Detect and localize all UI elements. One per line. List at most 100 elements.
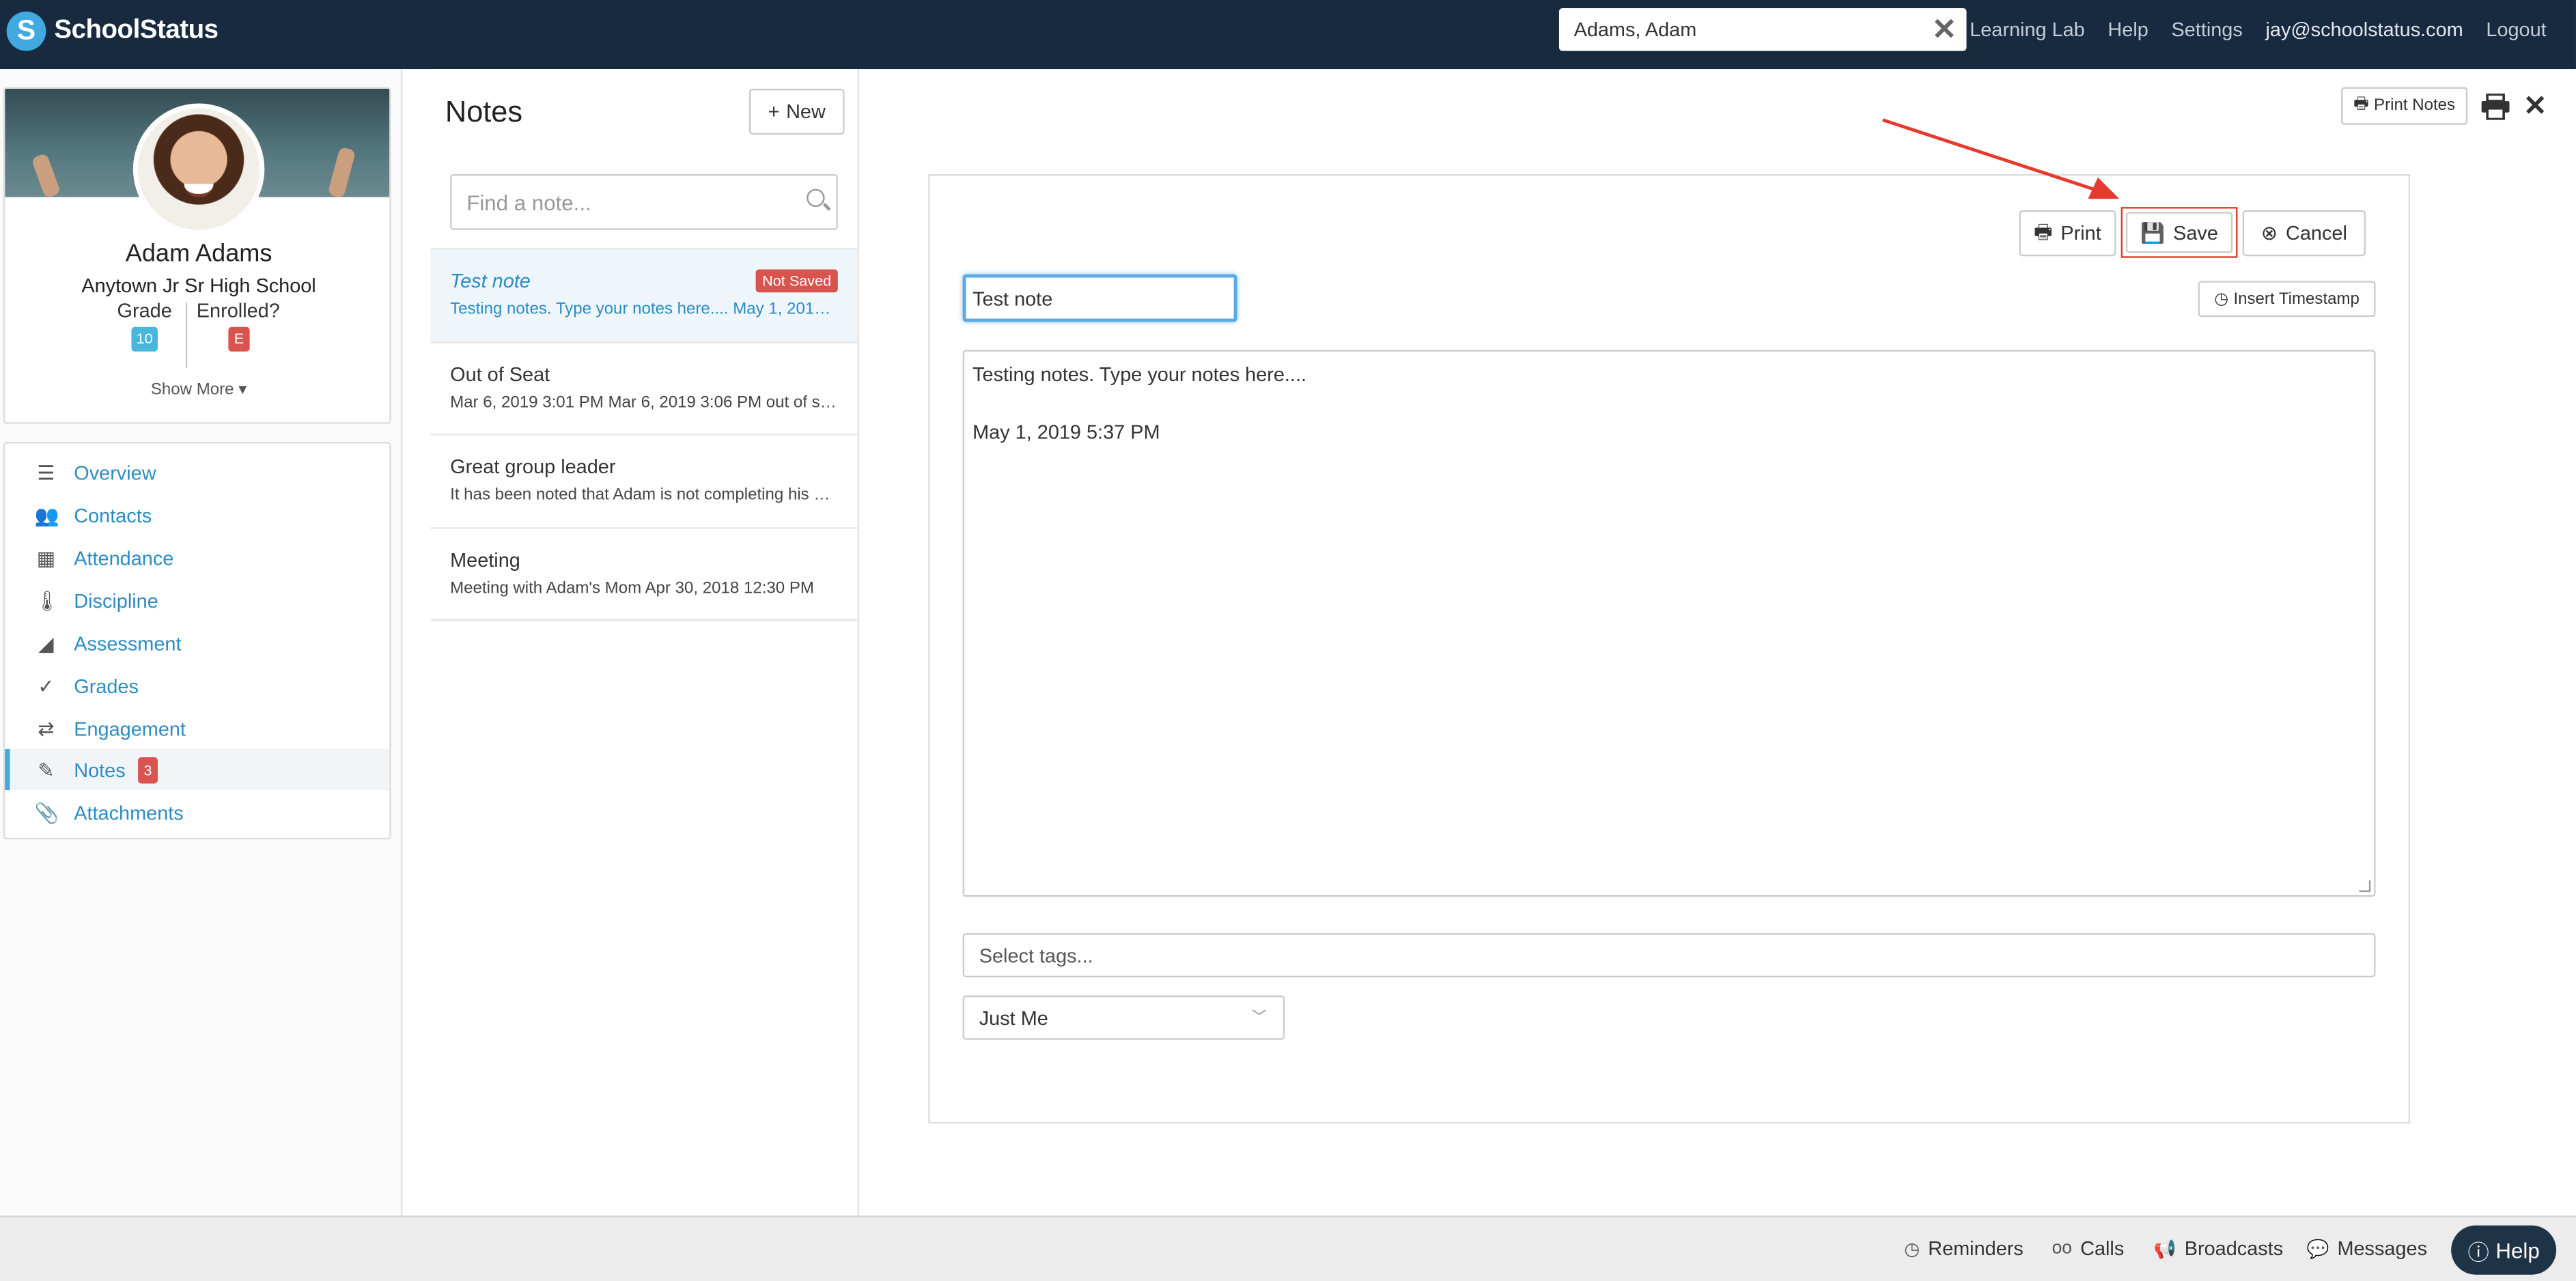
cancel-button[interactable]: ⊗ Cancel bbox=[2242, 210, 2366, 257]
sidebar-item-label: Attendance bbox=[74, 546, 174, 569]
learning-lab-link[interactable]: Learning Lab bbox=[1970, 18, 2085, 41]
note-body-line: Testing notes. Type your notes here.... bbox=[972, 363, 1307, 386]
notes-count-badge: 3 bbox=[138, 757, 158, 784]
floppy-disk-icon: 💾 bbox=[2140, 221, 2166, 244]
close-icon[interactable]: ✕ bbox=[2523, 92, 2547, 122]
grade-label: Grade bbox=[117, 298, 172, 322]
clock-icon: ◷ bbox=[2214, 290, 2229, 309]
notes-heading: Notes bbox=[445, 95, 523, 128]
sidebar-item-assessment[interactable]: ◢ Assessment bbox=[5, 623, 389, 664]
chart-icon: ◢ bbox=[38, 631, 54, 655]
cancel-label: Cancel bbox=[2286, 221, 2347, 245]
app-root: S SchoolStatus ✕ Learning Lab Help Setti… bbox=[0, 0, 2576, 1281]
note-list-item[interactable]: Meeting Meeting with Adam's Mom Apr 30, … bbox=[430, 527, 858, 621]
note-preview: Mar 6, 2019 3:01 PM Mar 6, 2019 3:06 PM … bbox=[450, 394, 838, 412]
sidebar-item-attendance[interactable]: ▦ Attendance bbox=[5, 537, 389, 578]
logo-icon: S bbox=[6, 11, 46, 51]
broadcasts-label: Broadcasts bbox=[2184, 1237, 2284, 1261]
new-note-label: New bbox=[786, 100, 826, 124]
pencil-icon: ✎ bbox=[38, 758, 55, 781]
broadcasts-button[interactable]: 📢 Broadcasts bbox=[2154, 1237, 2283, 1260]
sidebar-item-overview[interactable]: ☰ Overview bbox=[5, 452, 389, 493]
plus-icon: + bbox=[768, 100, 780, 124]
note-search bbox=[450, 173, 838, 230]
sidebar-item-attachments[interactable]: 📎 Attachments bbox=[5, 791, 389, 832]
note-list-item[interactable]: Out of Seat Mar 6, 2019 3:01 PM Mar 6, 2… bbox=[430, 341, 858, 435]
print-notes-label: Print Notes bbox=[2374, 96, 2456, 115]
print-notes-button[interactable]: 🖶 Print Notes bbox=[2340, 87, 2468, 125]
avatar bbox=[132, 103, 265, 236]
stat-divider bbox=[185, 302, 188, 368]
note-title-input[interactable] bbox=[962, 274, 1237, 322]
sidebar-item-label: Attachments bbox=[74, 800, 184, 824]
reminders-button[interactable]: ◷ Reminders bbox=[1904, 1237, 2024, 1260]
not-saved-badge: Not Saved bbox=[755, 269, 838, 293]
printer-icon: 🖶 bbox=[2353, 95, 2369, 113]
printer-icon[interactable] bbox=[2480, 94, 2510, 120]
grade-badge: 10 bbox=[131, 326, 158, 352]
sidebar-item-label: Contacts bbox=[74, 503, 152, 526]
notes-list-panel: Notes + New Test note Testing notes. Typ… bbox=[430, 69, 860, 1216]
question-circle-icon: ⓘ bbox=[2467, 1239, 2489, 1265]
times-circle-icon: ⊗ bbox=[2260, 221, 2278, 245]
logout-link[interactable]: Logout bbox=[2486, 18, 2546, 41]
note-title: Meeting bbox=[450, 548, 520, 572]
annotation-arrow bbox=[1882, 118, 2120, 199]
bullhorn-icon: 📢 bbox=[2153, 1239, 2176, 1259]
clock-icon: ◷ bbox=[1904, 1239, 1920, 1259]
note-list-item[interactable]: Great group leader It has been noted tha… bbox=[430, 434, 858, 527]
note-title: Great group leader bbox=[450, 455, 616, 479]
resize-handle-icon[interactable] bbox=[2359, 880, 2371, 892]
note-body-line: May 1, 2019 5:37 PM bbox=[972, 420, 1160, 444]
messages-button[interactable]: 💬 Messages bbox=[2306, 1237, 2427, 1260]
student-nav: ☰ Overview 👥 Contacts ▦ Attendance 🌡 Dis… bbox=[3, 442, 391, 840]
sidebar-item-engagement[interactable]: ⇄ Engagement bbox=[5, 708, 389, 749]
note-title: Out of Seat bbox=[450, 363, 550, 386]
settings-link[interactable]: Settings bbox=[2171, 18, 2242, 41]
note-body-textarea[interactable]: Testing notes. Type your notes here.... … bbox=[962, 350, 2376, 897]
top-nav-bar: S SchoolStatus ✕ Learning Lab Help Setti… bbox=[0, 0, 2576, 70]
enrolled-label: Enrolled? bbox=[196, 298, 280, 322]
new-note-button[interactable]: + New bbox=[748, 88, 845, 135]
student-search-input[interactable] bbox=[1558, 8, 1921, 51]
voicemail-icon: oo bbox=[2052, 1238, 2073, 1258]
sidebar-item-label: Overview bbox=[74, 460, 156, 484]
visibility-select[interactable]: Just Me ﹀ bbox=[962, 995, 1285, 1040]
note-list-item[interactable]: Test note Testing notes. Type your notes… bbox=[430, 248, 858, 342]
user-email-link[interactable]: jay@schoolstatus.com bbox=[2265, 18, 2463, 41]
student-search: ✕ bbox=[1558, 8, 1967, 51]
top-links: Learning Lab Help Settings jay@schoolsta… bbox=[1970, 18, 2546, 41]
save-button[interactable]: 💾 Save bbox=[2125, 212, 2233, 253]
calls-label: Calls bbox=[2080, 1237, 2125, 1261]
help-label: Help bbox=[2495, 1237, 2540, 1263]
help-link[interactable]: Help bbox=[2108, 18, 2148, 41]
insert-timestamp-label: Insert Timestamp bbox=[2233, 290, 2360, 309]
printer-icon: 🖶 bbox=[2034, 219, 2053, 242]
exchange-icon: ⇄ bbox=[38, 717, 55, 740]
brand-name: SchoolStatus bbox=[54, 16, 219, 44]
calendar-icon: ▦ bbox=[36, 546, 56, 569]
student-school: Anytown Jr Sr High School bbox=[81, 274, 316, 298]
bottom-toolbar: ◷ Reminders oo Calls 📢 Broadcasts 💬 Mess… bbox=[0, 1215, 2576, 1281]
sidebar-item-label: Notes bbox=[74, 758, 126, 781]
note-editor: 🖶 Print 💾 Save ⊗ Cancel ◷ Insert Timesta… bbox=[928, 173, 2411, 1124]
enrolled-badge: E bbox=[228, 326, 250, 352]
note-search-input[interactable] bbox=[451, 175, 789, 229]
clear-search-icon[interactable]: ✕ bbox=[1932, 13, 1957, 46]
sidebar-item-label: Assessment bbox=[74, 631, 182, 655]
sidebar-item-contacts[interactable]: 👥 Contacts bbox=[5, 494, 389, 535]
tags-input[interactable] bbox=[962, 933, 2376, 978]
sidebar-item-discipline[interactable]: 🌡 Discipline bbox=[5, 580, 389, 621]
logo[interactable]: S SchoolStatus bbox=[6, 11, 219, 51]
show-more-toggle[interactable]: Show More ▾ bbox=[5, 381, 389, 399]
sidebar-item-notes[interactable]: ✎ Notes 3 bbox=[5, 748, 390, 791]
calls-button[interactable]: oo Calls bbox=[2052, 1237, 2125, 1260]
note-preview: It has been noted that Adam is not compl… bbox=[450, 486, 838, 505]
sidebar-item-grades[interactable]: ✓ Grades bbox=[5, 665, 389, 706]
print-button[interactable]: 🖶 Print bbox=[2019, 210, 2116, 257]
student-sidebar: Adam Adams Anytown Jr Sr High School Gra… bbox=[0, 69, 403, 1216]
check-icon: ✓ bbox=[38, 674, 55, 698]
help-button[interactable]: ⓘ Help bbox=[2451, 1225, 2557, 1275]
insert-timestamp-button[interactable]: ◷ Insert Timestamp bbox=[2198, 281, 2376, 318]
sidebar-item-label: Engagement bbox=[74, 717, 186, 740]
